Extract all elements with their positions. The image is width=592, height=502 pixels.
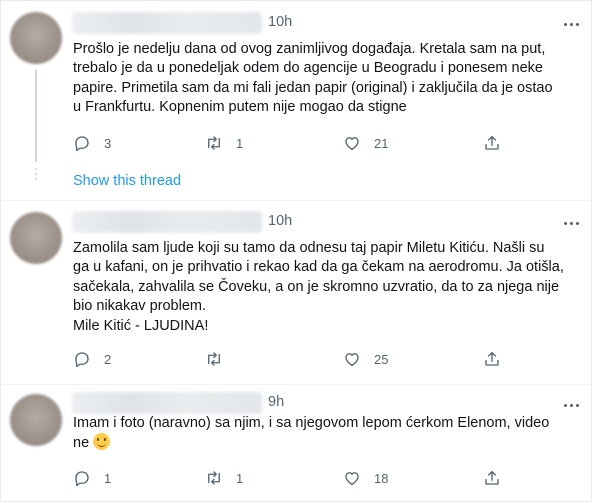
slightly-smiling-face-icon (93, 433, 111, 451)
thread-connector (35, 70, 37, 162)
retweet-button[interactable]: 1 (205, 468, 243, 488)
like-button[interactable]: 21 (343, 133, 388, 153)
show-thread-link[interactable]: Show this thread (73, 173, 181, 189)
more-options-icon[interactable] (564, 19, 582, 29)
reply-count: 1 (104, 470, 112, 486)
more-options-icon[interactable] (564, 400, 582, 410)
like-count: 21 (374, 135, 389, 151)
reply-count: 3 (104, 135, 112, 151)
tweet-actions: 2 25 (73, 349, 513, 369)
tweet-text: Prošlo je nedelju dana od ovog zanimljiv… (73, 41, 553, 116)
thread-gap-dots (35, 168, 37, 183)
tweet-timestamp[interactable]: 9h (268, 394, 284, 410)
reply-icon (75, 136, 89, 152)
more-options-icon[interactable] (564, 218, 582, 228)
reply-icon (75, 471, 89, 487)
heart-icon (345, 353, 359, 367)
heart-icon (345, 137, 359, 151)
share-icon (485, 351, 499, 366)
heart-icon (345, 472, 359, 486)
share-button[interactable] (483, 349, 501, 369)
reply-button[interactable]: 3 (73, 133, 111, 153)
tweet-actions: 3 1 21 (73, 133, 513, 153)
retweet-icon (208, 136, 220, 150)
reply-button[interactable]: 2 (73, 349, 111, 369)
tweet-actions: 1 1 18 (73, 468, 513, 488)
retweet-button[interactable]: 1 (205, 133, 243, 153)
retweet-icon (208, 471, 220, 485)
share-icon (485, 135, 499, 150)
share-button[interactable] (483, 133, 501, 153)
reply-icon (75, 352, 89, 368)
author-name-blurred[interactable] (72, 392, 262, 414)
avatar[interactable] (10, 212, 62, 264)
tweet-text: Zamolila sam ljude koji su tamo da odnes… (73, 240, 564, 334)
like-button[interactable]: 18 (343, 468, 388, 488)
share-button[interactable] (483, 468, 501, 488)
retweet-button[interactable] (205, 349, 236, 369)
like-count: 25 (374, 351, 389, 367)
divider (0, 200, 592, 201)
share-icon (485, 470, 499, 485)
avatar[interactable] (10, 12, 62, 64)
retweet-count: 1 (236, 470, 244, 486)
reply-count: 2 (104, 351, 112, 367)
tweet-text: Imam i foto (naravno) sa njim, i sa njeg… (73, 414, 578, 454)
tweet-timestamp[interactable]: 10h (268, 14, 292, 30)
author-name-blurred[interactable] (72, 211, 262, 233)
avatar[interactable] (10, 394, 62, 446)
author-name-blurred[interactable] (72, 12, 262, 34)
divider (0, 384, 592, 385)
reply-button[interactable]: 1 (73, 468, 111, 488)
tweet-text-body: Imam i foto (naravno) sa njim, i sa njeg… (73, 415, 550, 452)
retweet-icon (208, 352, 220, 366)
retweet-count: 1 (236, 135, 244, 151)
like-button[interactable]: 25 (343, 349, 388, 369)
like-count: 18 (374, 470, 389, 486)
tweet-timestamp[interactable]: 10h (268, 213, 292, 229)
